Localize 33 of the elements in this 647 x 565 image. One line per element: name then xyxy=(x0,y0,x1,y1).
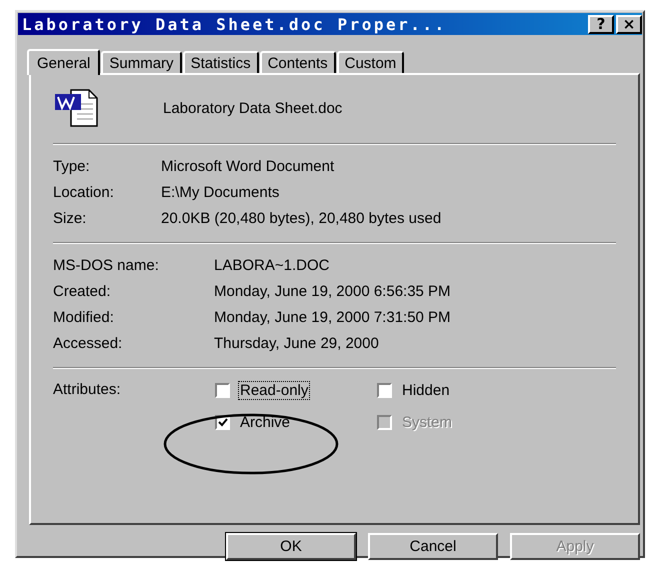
dialog-button[interactable]: Cancel xyxy=(368,533,498,560)
field-label: Attributes: xyxy=(53,381,121,400)
field-label: Size: xyxy=(53,209,86,228)
field-label: Accessed: xyxy=(53,334,122,353)
field-label: Location: xyxy=(53,183,114,202)
field-value: LABORA~1.DOC xyxy=(214,256,330,275)
checkbox-label[interactable]: Read-only xyxy=(238,381,310,400)
field-label: MS-DOS name: xyxy=(53,256,159,275)
field-value: Monday, June 19, 2000 7:31:50 PM xyxy=(214,308,451,327)
field-label: Created: xyxy=(53,282,111,301)
checkbox[interactable] xyxy=(215,383,230,398)
checkbox[interactable] xyxy=(377,383,392,398)
tab[interactable]: General xyxy=(27,49,100,75)
tab[interactable]: Custom xyxy=(336,51,404,73)
file-name: Laboratory Data Sheet.doc xyxy=(163,100,342,116)
tab[interactable]: Summary xyxy=(101,51,182,73)
field-label: Modified: xyxy=(53,308,114,327)
checkbox-label[interactable]: Archive xyxy=(238,413,292,432)
field-value: E:\My Documents xyxy=(161,183,280,202)
tab[interactable]: Contents xyxy=(260,51,336,73)
help-button[interactable]: ? xyxy=(588,14,614,34)
dialog-button[interactable]: OK xyxy=(226,533,356,560)
field-value: Microsoft Word Document xyxy=(161,157,334,176)
field-label: Type: xyxy=(53,157,90,176)
checkbox-label: System xyxy=(401,413,454,432)
close-button[interactable]: × xyxy=(616,14,642,34)
field-value: Monday, June 19, 2000 6:56:35 PM xyxy=(214,282,451,301)
tab[interactable]: Statistics xyxy=(182,51,259,73)
field-value: 20.0KB (20,480 bytes), 20,480 bytes used xyxy=(161,209,442,228)
window-title: Laboratory Data Sheet.doc Proper... xyxy=(22,14,448,34)
dialog-button: Apply xyxy=(510,533,640,560)
field-value: Thursday, June 29, 2000 xyxy=(214,334,379,353)
checkbox-label[interactable]: Hidden xyxy=(400,381,452,400)
